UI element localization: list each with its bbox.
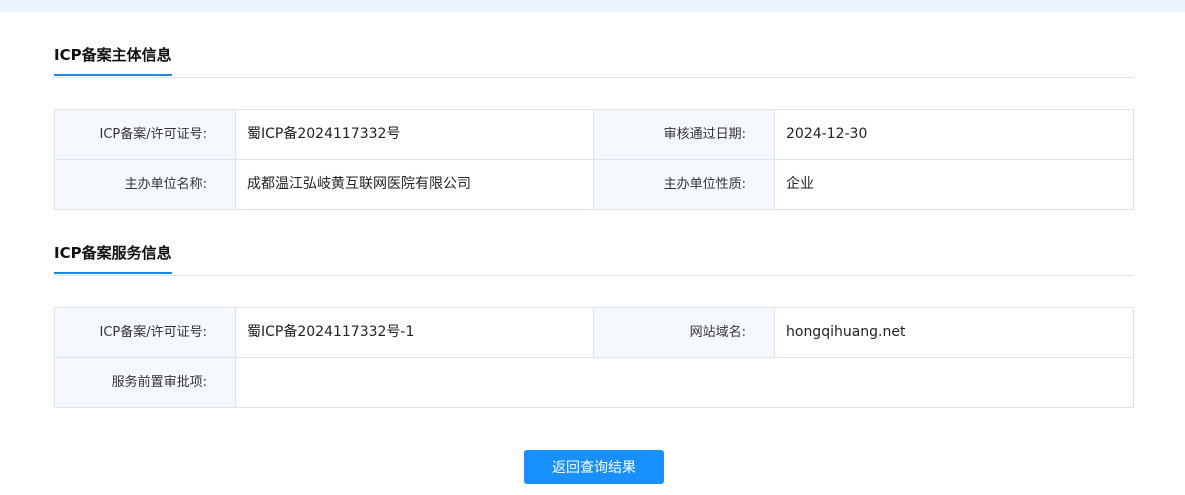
service-info-table: ICP备案/许可证号: 蜀ICP备2024117332号-1 网站域名: hon… (54, 307, 1134, 408)
approval-date-label: 审核通过日期: (594, 110, 775, 159)
icp-service-section: ICP备案服务信息 ICP备案/许可证号: 蜀ICP备2024117332号-1… (54, 242, 1134, 408)
organizer-type-value: 企业 (786, 176, 814, 192)
service-license-number-label: ICP备案/许可证号: (55, 308, 236, 357)
website-domain-value: hongqihuang.net (786, 324, 906, 340)
approval-date-value: 2024-12-30 (786, 126, 868, 142)
top-banner-strip (0, 0, 1185, 12)
table-row: 主办单位名称: 成都温江弘岐黄互联网医院有限公司 主办单位性质: 企业 (55, 160, 1133, 209)
back-to-results-button[interactable]: 返回查询结果 (524, 450, 664, 484)
pre-approval-label: 服务前置审批项: (55, 358, 236, 407)
table-row: ICP备案/许可证号: 蜀ICP备2024117332号 审核通过日期: 202… (55, 110, 1133, 160)
section-header: ICP备案服务信息 (54, 242, 1134, 276)
organizer-name-value: 成都温江弘岐黄互联网医院有限公司 (236, 160, 594, 209)
section-title: ICP备案主体信息 (54, 44, 172, 76)
section-header: ICP备案主体信息 (54, 44, 1134, 78)
license-number-value: 蜀ICP备2024117332号 (236, 110, 594, 159)
pre-approval-value (236, 358, 1133, 407)
service-license-number-value: 蜀ICP备2024117332号-1 (236, 308, 594, 357)
website-domain-label: 网站域名: (594, 308, 775, 357)
subject-info-table: ICP备案/许可证号: 蜀ICP备2024117332号 审核通过日期: 202… (54, 109, 1134, 210)
license-number-label: ICP备案/许可证号: (55, 110, 236, 159)
icp-subject-section: ICP备案主体信息 ICP备案/许可证号: 蜀ICP备2024117332号 审… (54, 44, 1134, 210)
table-row: 服务前置审批项: (55, 358, 1133, 407)
organizer-type-label: 主办单位性质: (594, 160, 775, 209)
table-row: ICP备案/许可证号: 蜀ICP备2024117332号-1 网站域名: hon… (55, 308, 1133, 358)
section-title: ICP备案服务信息 (54, 242, 172, 274)
organizer-name-label: 主办单位名称: (55, 160, 236, 209)
